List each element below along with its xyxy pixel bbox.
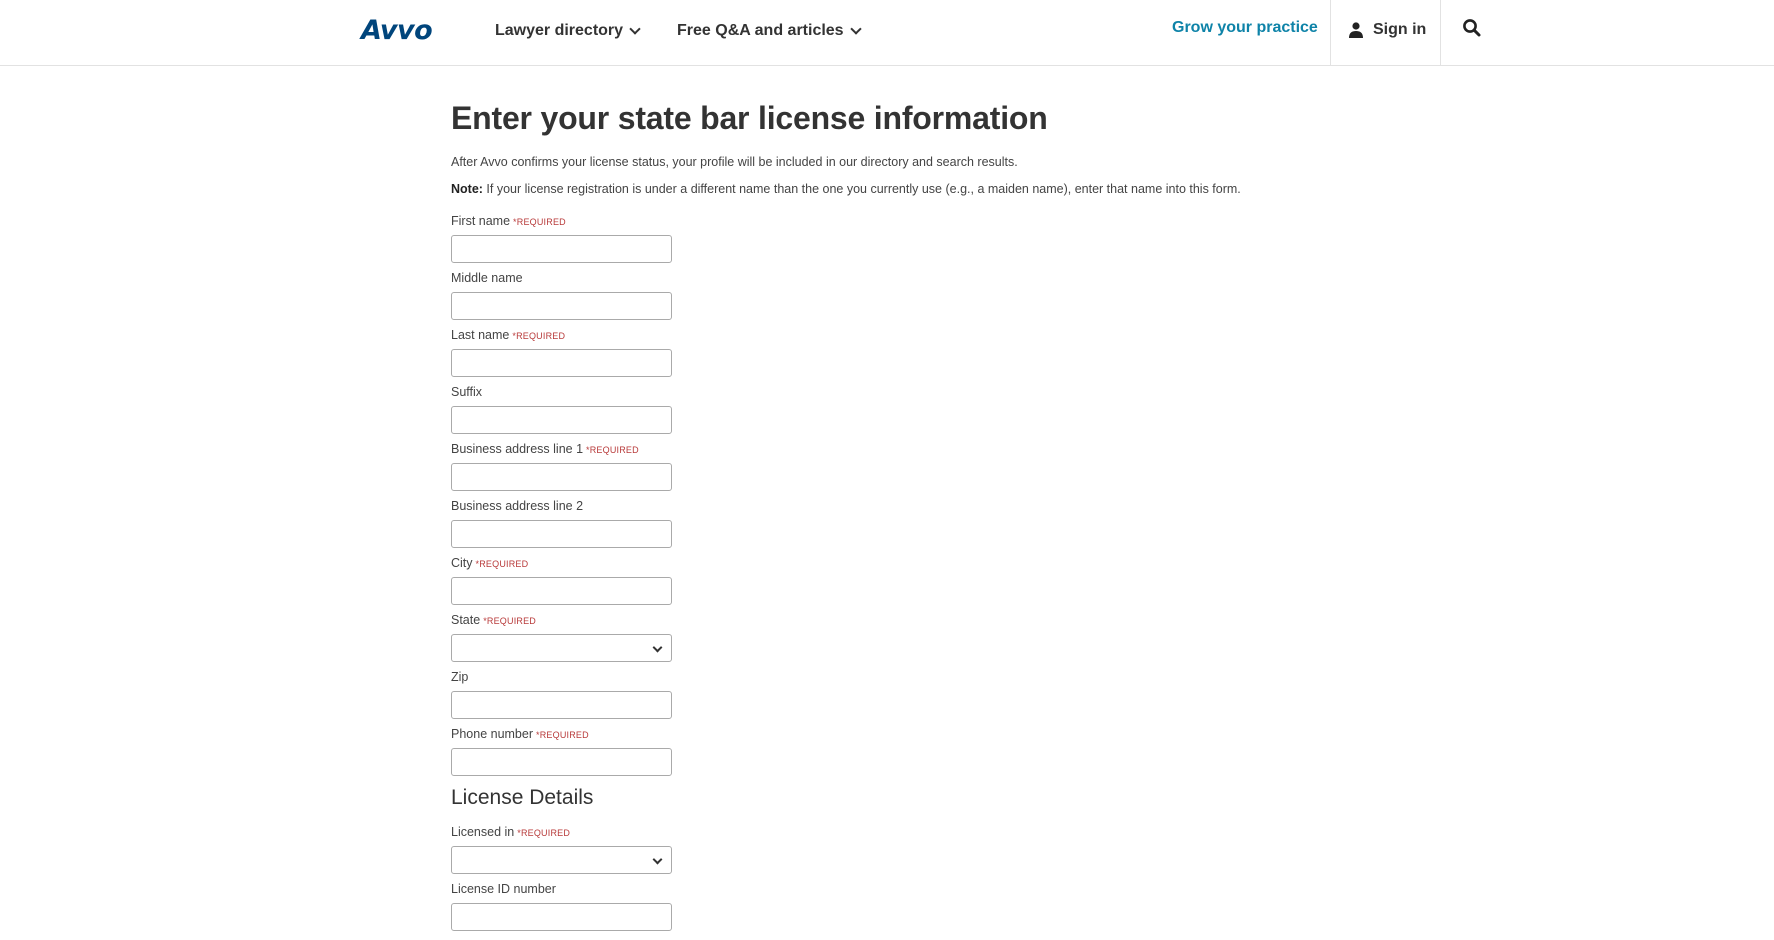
required-tag: *REQUIRED xyxy=(513,217,566,227)
first-name-group: First name *REQUIRED xyxy=(451,213,672,263)
required-tag: *REQUIRED xyxy=(475,559,529,569)
address-line-2-input[interactable] xyxy=(451,520,672,548)
suffix-input[interactable] xyxy=(451,406,672,434)
license-form: First name *REQUIRED Middle name Last nam… xyxy=(451,0,851,940)
license-id-label: License ID number xyxy=(451,882,556,896)
sign-in-button[interactable]: Sign in xyxy=(1349,21,1426,39)
phone-number-group: Phone number *REQUIRED xyxy=(451,726,672,776)
last-name-group: Last name *REQUIRED xyxy=(451,327,672,377)
address-line-2-label: Business address line 2 xyxy=(451,499,584,513)
zip-group: Zip xyxy=(451,669,672,719)
address-line-1-group: Business address line 1 *REQUIRED xyxy=(451,441,672,491)
city-input[interactable] xyxy=(451,577,672,605)
licensed-in-group: Licensed in *REQUIRED xyxy=(451,824,672,874)
site-header: Avvo Lawyer directory Free Q&A and artic… xyxy=(0,0,1774,66)
chevron-down-icon xyxy=(849,22,862,35)
phone-number-label: Phone number *REQUIRED xyxy=(451,727,589,741)
header-divider xyxy=(1440,0,1441,66)
state-select[interactable] xyxy=(451,634,672,662)
header-divider xyxy=(1330,0,1331,66)
first-name-input[interactable] xyxy=(451,235,672,263)
last-name-label: Last name *REQUIRED xyxy=(451,328,566,342)
licensed-in-select[interactable] xyxy=(451,846,672,874)
suffix-label: Suffix xyxy=(451,385,483,399)
address-line-1-label: Business address line 1 *REQUIRED xyxy=(451,442,639,456)
chevron-down-icon xyxy=(652,854,663,865)
phone-number-input[interactable] xyxy=(451,748,672,776)
city-label: City *REQUIRED xyxy=(451,556,529,570)
sign-in-label: Sign in xyxy=(1373,21,1427,38)
suffix-group: Suffix xyxy=(451,384,672,434)
address-line-2-group: Business address line 2 xyxy=(451,498,672,548)
required-tag: *REQUIRED xyxy=(586,445,639,455)
avvo-logo[interactable]: Avvo xyxy=(361,15,433,46)
required-tag: *REQUIRED xyxy=(512,331,566,341)
city-group: City *REQUIRED xyxy=(451,555,672,605)
licensed-in-label: Licensed in *REQUIRED xyxy=(451,825,571,839)
license-details-heading: License Details xyxy=(451,786,594,809)
search-icon[interactable] xyxy=(1462,18,1482,38)
first-name-label: First name *REQUIRED xyxy=(451,214,566,228)
state-label: State *REQUIRED xyxy=(451,613,536,627)
middle-name-group: Middle name xyxy=(451,270,672,320)
required-tag: *REQUIRED xyxy=(483,616,536,626)
license-id-group: License ID number xyxy=(451,881,672,931)
middle-name-input[interactable] xyxy=(451,292,672,320)
user-icon xyxy=(1349,22,1363,38)
zip-label: Zip xyxy=(451,670,469,684)
required-tag: *REQUIRED xyxy=(536,730,589,740)
grow-your-practice-link[interactable]: Grow your practice xyxy=(1172,19,1318,37)
chevron-down-icon xyxy=(652,642,663,653)
license-id-input[interactable] xyxy=(451,903,672,931)
middle-name-label: Middle name xyxy=(451,271,523,285)
required-tag: *REQUIRED xyxy=(517,828,571,838)
state-group: State *REQUIRED xyxy=(451,612,672,662)
address-line-1-input[interactable] xyxy=(451,463,672,491)
last-name-input[interactable] xyxy=(451,349,672,377)
zip-input[interactable] xyxy=(451,691,672,719)
